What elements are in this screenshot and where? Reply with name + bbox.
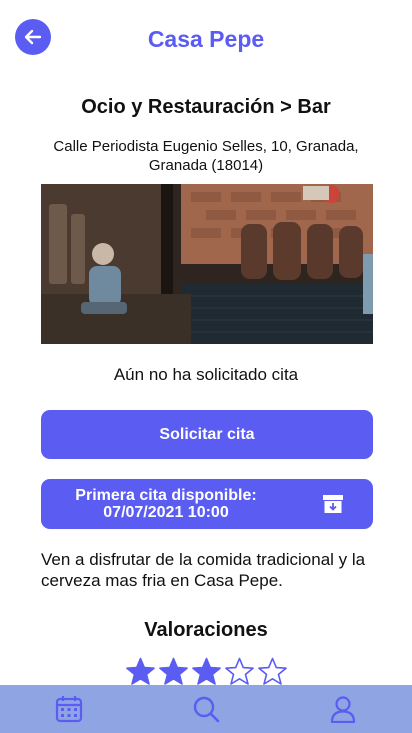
star-empty-icon [258, 657, 287, 685]
business-photo [41, 184, 373, 344]
star-filled-icon [159, 657, 188, 685]
business-category: Ocio y Restauración > Bar [81, 96, 331, 118]
first-available-appointment-button[interactable]: Primera cita disponible: 07/07/2021 10:0… [41, 479, 373, 529]
archive-icon [323, 495, 343, 513]
first-available-label: Primera cita disponible: [75, 487, 257, 504]
nav-search[interactable] [190, 693, 222, 725]
star-empty-icon [225, 657, 254, 685]
user-icon [331, 696, 356, 723]
star-filled-icon [192, 657, 221, 685]
nav-profile[interactable] [327, 693, 359, 725]
nav-calendar[interactable] [53, 693, 85, 725]
business-address: Calle Periodista Eugenio Selles, 10, Gra… [53, 138, 359, 174]
rating-stars [126, 657, 287, 686]
page-title: Casa Pepe [147, 26, 265, 52]
business-description: Ven a disfrutar de la comida tradicional… [41, 550, 366, 590]
first-available-date: 07/07/2021 10:00 [103, 504, 229, 521]
appointment-status: Aún no ha solicitado cita [113, 365, 299, 384]
ratings-title: Valoraciones [144, 619, 268, 641]
bottom-navigation [0, 685, 412, 733]
star-filled-icon [126, 657, 155, 685]
search-icon [193, 696, 220, 723]
request-appointment-button[interactable]: Solicitar cita [41, 410, 373, 459]
calendar-icon [55, 696, 82, 723]
